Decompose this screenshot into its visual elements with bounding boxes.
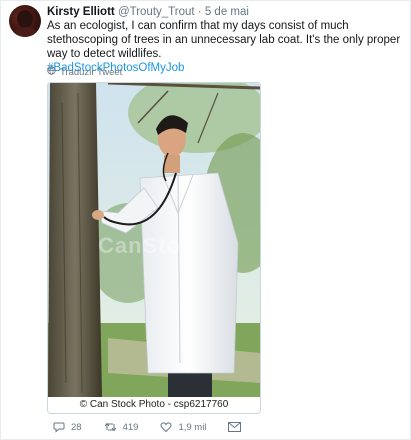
tweet-media[interactable]: CanSto © Can Stock Photo - csp6217760 (47, 82, 261, 414)
reply-button[interactable]: 28 (53, 421, 82, 433)
author-name[interactable]: Kirsty Elliott (47, 6, 115, 18)
translate-label: Traduzir Tweet (60, 66, 123, 78)
avatar[interactable] (9, 5, 41, 37)
reply-icon (53, 421, 65, 433)
direct-message-button[interactable] (228, 422, 242, 432)
tweet-actions: 28 419 1,9 mil (53, 421, 263, 433)
media-caption: © Can Stock Photo - csp6217760 (48, 397, 260, 413)
watermark: CanSto (98, 233, 181, 258)
reply-count: 28 (71, 421, 82, 433)
like-button[interactable]: 1,9 mil (160, 421, 206, 433)
retweet-icon (104, 421, 117, 433)
envelope-icon (228, 422, 242, 432)
heart-icon (160, 421, 172, 433)
tweet-header: Kirsty Elliott @Trouty_Trout · 5 de mai (47, 6, 249, 18)
separator-dot: · (197, 6, 202, 18)
tweet-date[interactable]: 5 de mai (205, 6, 249, 18)
retweet-count: 419 (122, 421, 139, 433)
like-count: 1,9 mil (178, 421, 207, 433)
tweet-body: As an ecologist, I can confirm that my d… (47, 20, 401, 60)
translate-tweet[interactable]: Traduzir Tweet (47, 66, 122, 78)
retweet-button[interactable]: 419 (104, 421, 139, 433)
author-handle[interactable]: @Trouty_Trout (118, 6, 195, 18)
globe-icon (47, 66, 56, 78)
